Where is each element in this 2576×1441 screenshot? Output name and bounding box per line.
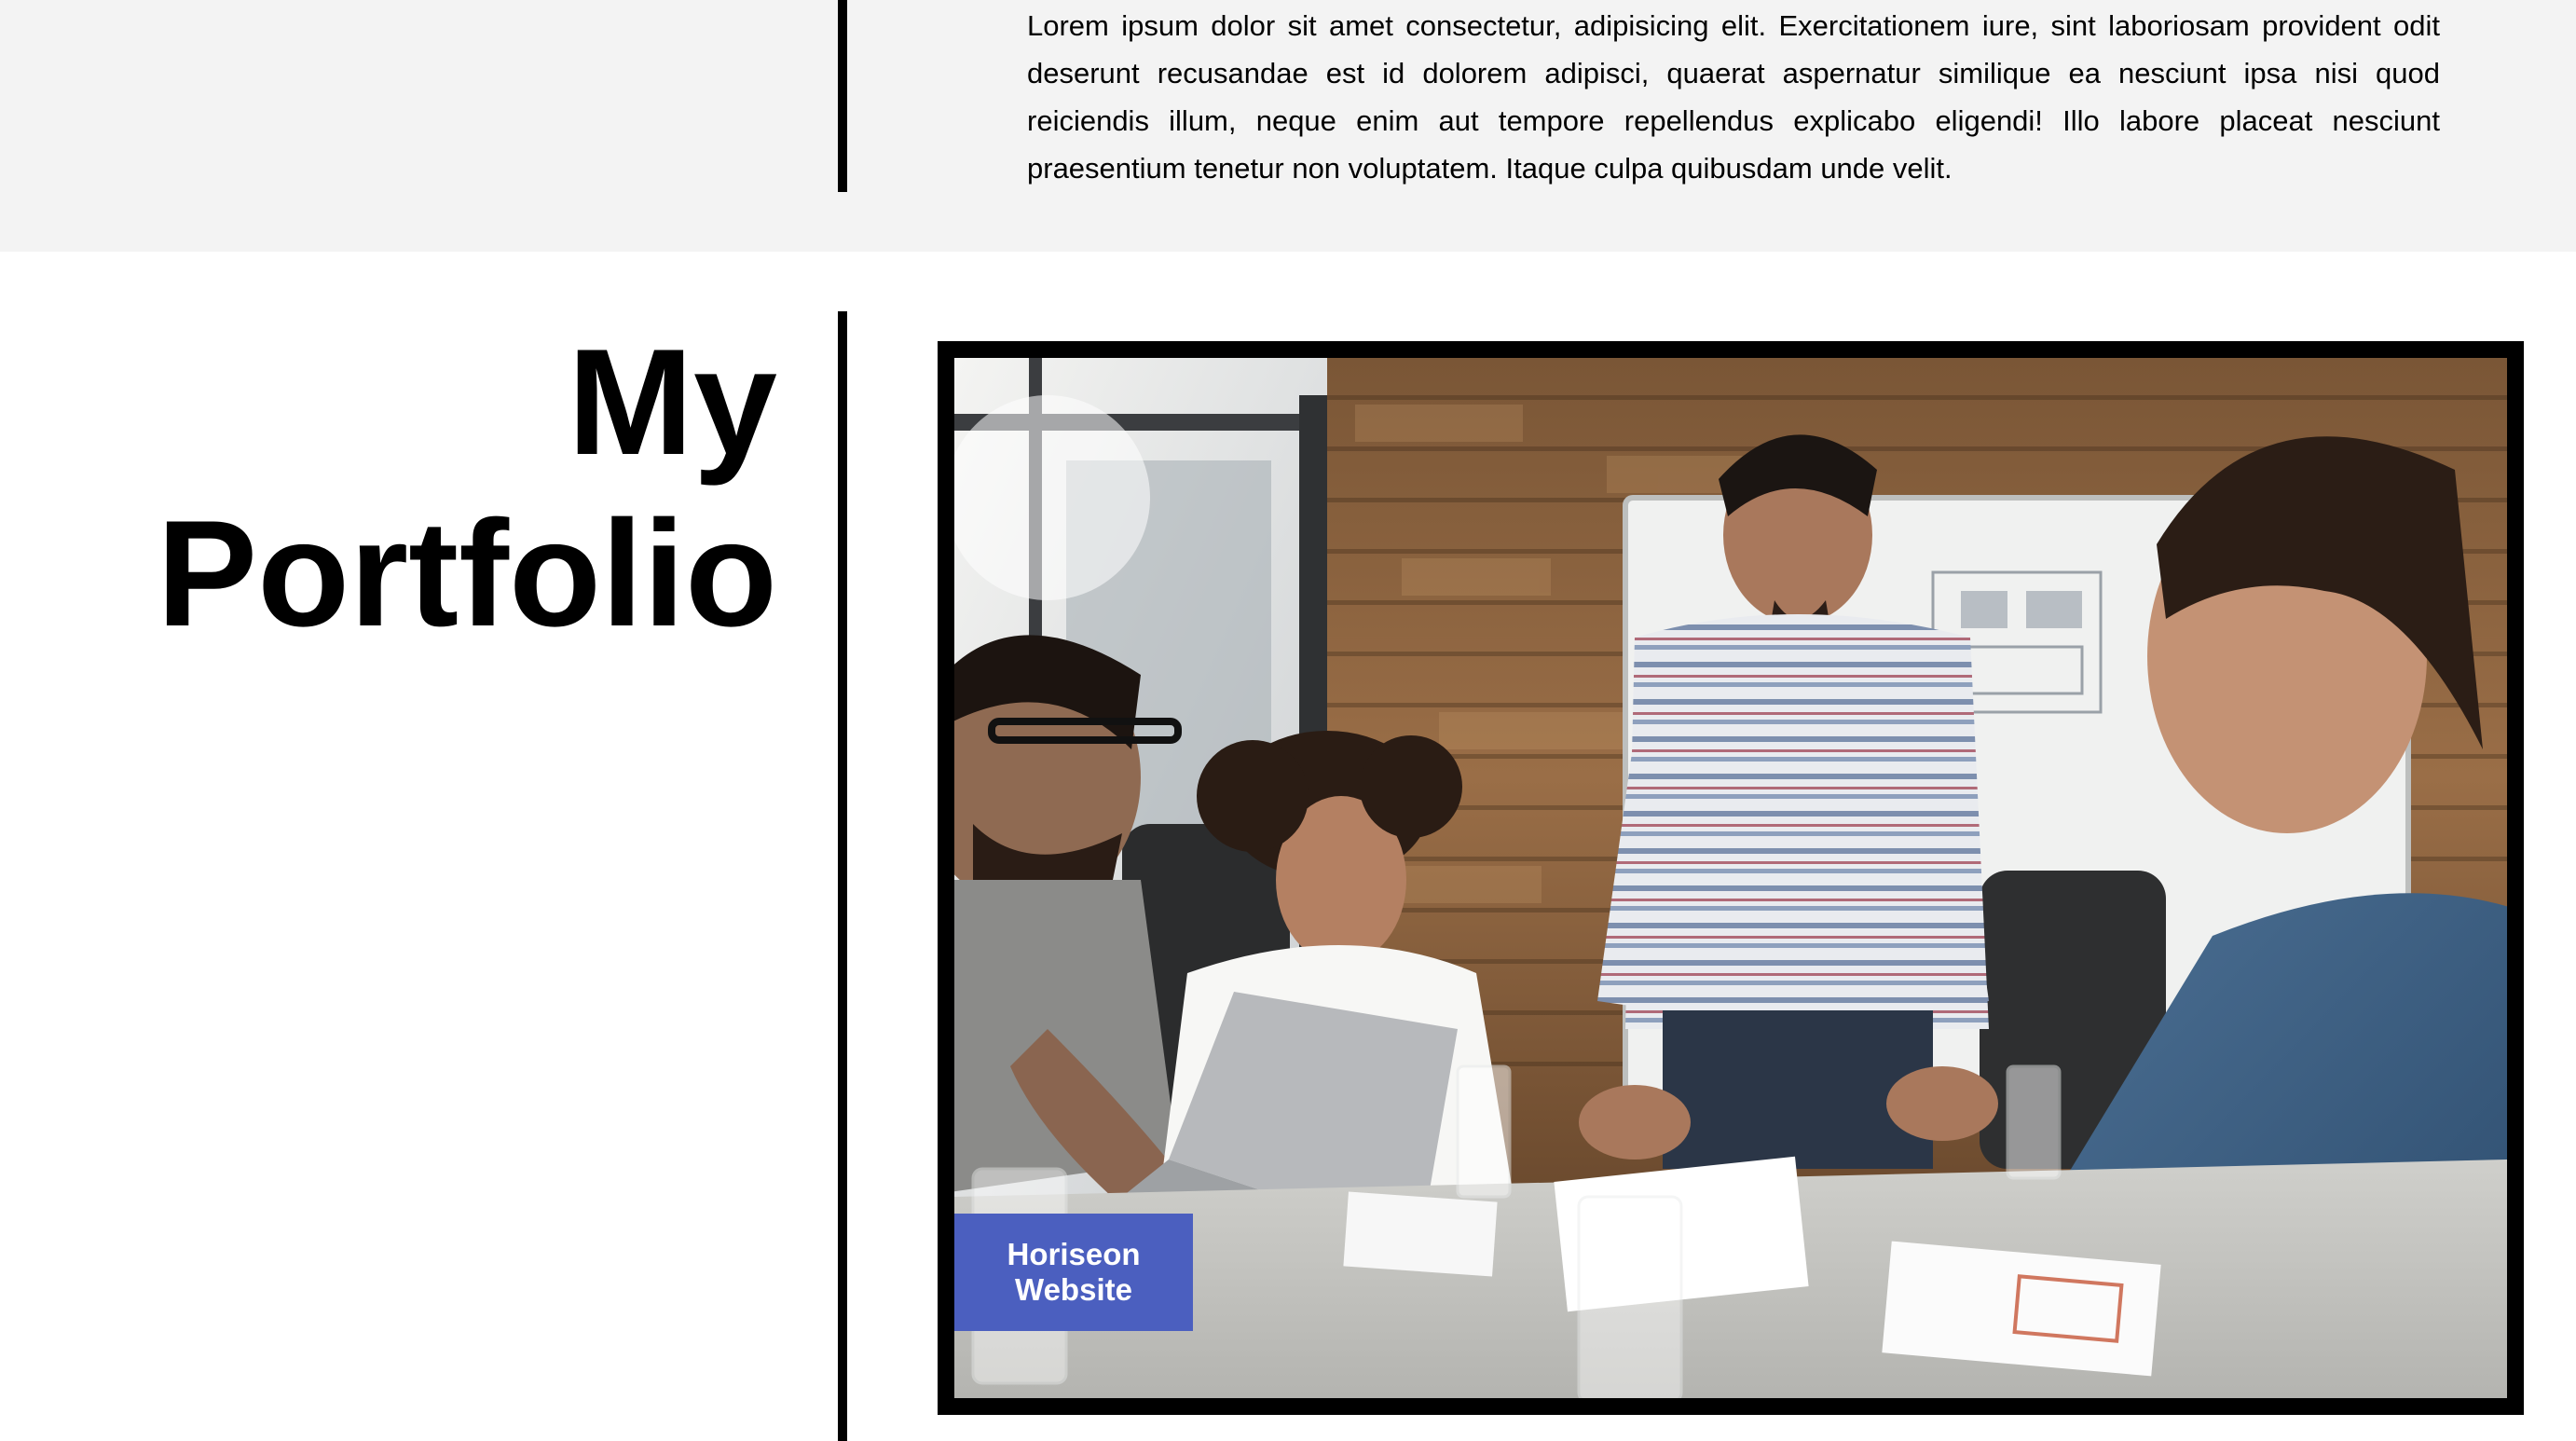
project-card-horiseon[interactable]: Horiseon Website (938, 341, 2524, 1415)
about-divider (838, 0, 847, 192)
portfolio-title-line1: My (567, 318, 777, 487)
portfolio-title-line2: Portfolio (157, 489, 777, 658)
portfolio-divider (838, 311, 847, 1441)
project-label[interactable]: Horiseon Website (954, 1214, 1193, 1331)
portfolio-title: My Portfolio (157, 317, 777, 660)
about-section: Lorem ipsum dolor sit amet consectetur, … (0, 0, 2576, 252)
about-text: Lorem ipsum dolor sit amet consectetur, … (1027, 9, 2440, 185)
page: Lorem ipsum dolor sit amet consectetur, … (0, 0, 2576, 1441)
